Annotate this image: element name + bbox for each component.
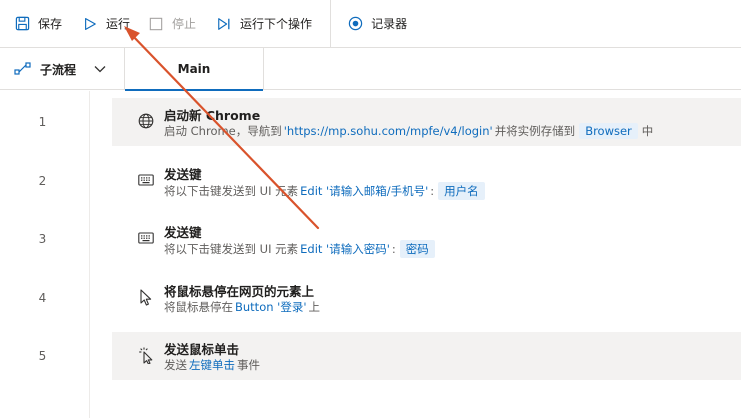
record-icon: [347, 16, 363, 32]
action-title: 发送鼠标单击: [164, 342, 240, 357]
chevron-down-icon: [94, 62, 108, 76]
desc-text: 发送: [164, 358, 187, 372]
desc-text: 将鼠标悬停在: [164, 300, 233, 314]
stop-icon: [148, 16, 164, 32]
action-row-launch-chrome[interactable]: 1 启动新 Chrome 启动 Chrome，导航到 'https://mp.s…: [39, 98, 741, 146]
action-row-send-keys[interactable]: 3 发送键 将以下击键发送到 UI 元素 Edit '请输入密码' : 密码: [39, 215, 741, 263]
keyboard-icon: [137, 171, 155, 189]
save-button[interactable]: 保存: [0, 0, 70, 48]
action-row-send-keys[interactable]: 2 发送键 将以下击键发送到 UI 元素 Edit '请输入邮箱/手机号' : …: [39, 157, 741, 205]
line-number: 5: [38, 349, 47, 363]
action-row-mouse-click[interactable]: 5 发送鼠标单击 发送 左键单击 事件: [39, 332, 741, 380]
action-description: 将鼠标悬停在 Button '登录' 上: [164, 299, 320, 315]
keyboard-icon: [137, 229, 155, 247]
action-row-hover-element[interactable]: 4 将鼠标悬停在网页的元素上 将鼠标悬停在 Button '登录' 上: [39, 274, 741, 322]
ui-element-link: 左键单击: [189, 358, 235, 372]
action-description: 发送 左键单击 事件: [164, 357, 260, 373]
save-icon: [14, 16, 30, 32]
line-number: 2: [38, 174, 47, 188]
action-title: 启动新 Chrome: [164, 108, 261, 123]
subflow-dropdown[interactable]: 子流程: [14, 48, 108, 90]
toolbar-divider: [330, 0, 332, 48]
play-icon: [82, 16, 98, 32]
desc-text: 启动 Chrome，导航到: [164, 124, 282, 138]
action-title: 发送键: [164, 167, 202, 182]
ui-element-link: Edit '请输入密码': [300, 242, 390, 256]
ui-element-link: Button '登录': [235, 300, 307, 314]
desc-text: 并将实例存储到: [494, 124, 576, 138]
desc-text: 将以下击键发送到 UI 元素: [164, 242, 299, 256]
tab-main[interactable]: Main: [124, 48, 264, 91]
desc-text: 事件: [237, 358, 260, 372]
subflow-label: 子流程: [40, 62, 77, 77]
action-description: 启动 Chrome，导航到 'https://mp.sohu.com/mpfe/…: [164, 123, 653, 139]
variable-badge: Browser: [579, 123, 638, 139]
line-number: 3: [38, 232, 47, 246]
variable-badge: 用户名: [438, 182, 485, 200]
run-next-label: 运行下个操作: [240, 17, 313, 31]
globe-icon: [137, 112, 155, 130]
desc-text: :: [430, 184, 435, 198]
cursor-icon: [137, 288, 155, 306]
line-number: 4: [38, 291, 47, 305]
stop-label: 停止: [172, 17, 197, 31]
recorder-label: 记录器: [371, 17, 408, 31]
desc-text: :: [391, 242, 396, 256]
active-tab-indicator: [125, 89, 263, 91]
step-forward-icon: [216, 16, 232, 32]
variable-badge: 密码: [399, 240, 435, 258]
save-label: 保存: [38, 17, 63, 31]
desc-text: 中: [641, 124, 654, 138]
line-number: 1: [38, 115, 47, 129]
tab-bar: 子流程 Main: [0, 48, 741, 91]
toolbar: 保存 运行 停止 运行下个操作 记录器: [0, 0, 741, 48]
run-next-action-button[interactable]: 运行下个操作: [204, 0, 320, 48]
desc-text: 将以下击键发送到 UI 元素: [164, 184, 299, 198]
tab-main-label: Main: [177, 62, 211, 76]
ui-element-link: Edit '请输入邮箱/手机号': [300, 184, 429, 198]
subflow-icon: [14, 61, 32, 77]
run-label: 运行: [106, 17, 131, 31]
run-button[interactable]: 运行: [70, 0, 138, 48]
stop-button[interactable]: 停止: [138, 0, 204, 48]
url-value: 'https://mp.sohu.com/mpfe/v4/login': [283, 124, 493, 138]
action-title: 发送键: [164, 225, 202, 240]
click-icon: [137, 346, 155, 364]
action-description: 将以下击键发送到 UI 元素 Edit '请输入密码' : 密码: [164, 240, 439, 258]
action-title: 将鼠标悬停在网页的元素上: [164, 284, 315, 299]
desc-text: 上: [308, 300, 321, 314]
action-description: 将以下击键发送到 UI 元素 Edit '请输入邮箱/手机号' : 用户名: [164, 182, 489, 200]
recorder-button[interactable]: 记录器: [339, 0, 415, 48]
